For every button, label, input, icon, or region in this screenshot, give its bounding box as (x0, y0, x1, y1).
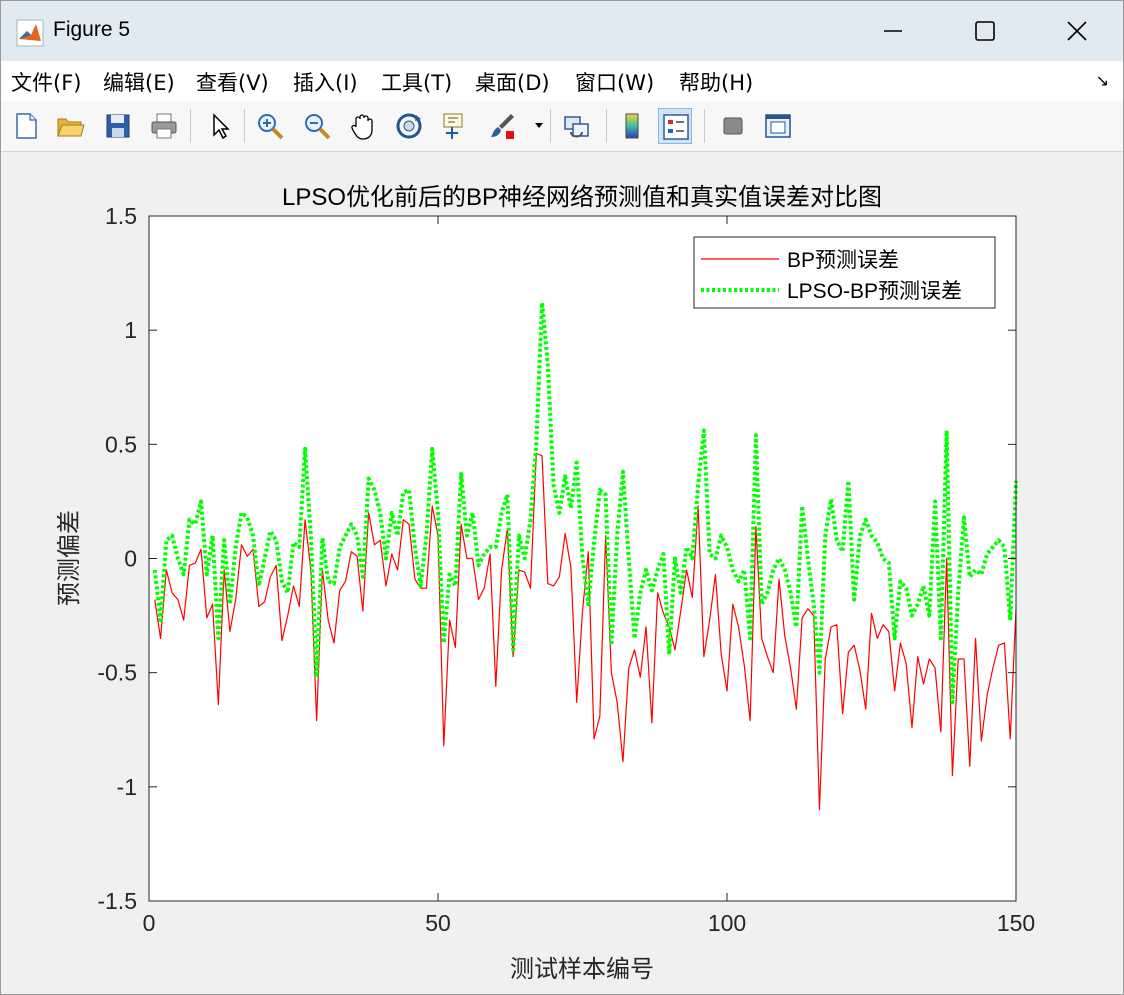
brush-button[interactable] (485, 108, 519, 144)
open-file-icon (57, 118, 85, 137)
toolbar-separator (606, 109, 607, 143)
menu-overflow-icon[interactable]: ↘ (1096, 71, 1109, 90)
new-figure-icon (16, 113, 37, 139)
toolbar-separator (704, 109, 705, 143)
zoom-in-icon (258, 114, 284, 140)
zoom-in-button[interactable] (253, 108, 287, 144)
y-tick-label: 0.5 (105, 431, 137, 457)
hide-plot-tools-icon (723, 117, 743, 135)
matlab-logo-icon (16, 19, 44, 47)
menu-edit[interactable]: 编辑(E) (103, 67, 175, 97)
open-file-button[interactable] (53, 108, 87, 144)
menu-file[interactable]: 文件(F) (11, 67, 81, 97)
rotate-3d-button[interactable] (392, 108, 426, 144)
x-tick-label: 100 (708, 910, 746, 936)
legend-label-bp: BP预测误差 (787, 249, 899, 272)
x-tick-label: 50 (425, 910, 451, 936)
print-icon (151, 113, 177, 139)
pan-hand-icon (351, 114, 373, 140)
window-title: Figure 5 (53, 18, 131, 41)
brush-dropdown-icon[interactable] (534, 122, 544, 130)
data-cursor-icon (443, 113, 463, 139)
y-tick-label: -1.5 (97, 888, 137, 914)
legend-button[interactable] (658, 108, 692, 144)
colorbar-icon (625, 113, 639, 139)
link-plot-button[interactable] (560, 108, 594, 144)
link-plot-icon (564, 116, 589, 138)
toolbar (1, 101, 1123, 152)
minimize-icon (884, 30, 902, 32)
print-button[interactable] (147, 108, 181, 144)
show-plot-tools-button[interactable] (761, 108, 795, 144)
y-tick-label: 1.5 (105, 203, 137, 229)
x-axis-label: 测试样本编号 (510, 956, 654, 983)
figure-area: 0 50 100 150 1.5 1 0.5 0 -0.5 -1 -1.5 LPSO优化前后的BP神… (1, 152, 1123, 994)
zoom-out-icon (305, 114, 331, 140)
menu-bar: 文件(F) 编辑(E) 查看(V) 插入(I) 工具(T) 桌面(D) 窗口(W… (1, 61, 1123, 101)
y-tick-label: -1 (117, 774, 137, 800)
legend-label-lpso: LPSO-BP预测误差 (787, 280, 962, 303)
rotate-3d-icon (396, 113, 422, 139)
close-button[interactable] (1031, 1, 1123, 61)
menu-insert[interactable]: 插入(I) (293, 67, 358, 97)
toolbar-separator (244, 109, 245, 143)
maximize-button[interactable] (939, 1, 1031, 61)
data-cursor-button[interactable] (438, 108, 472, 144)
select-pointer-button[interactable] (202, 108, 236, 144)
new-figure-button[interactable] (9, 108, 43, 144)
save-button[interactable] (101, 108, 135, 144)
menu-desktop[interactable]: 桌面(D) (475, 67, 550, 97)
minimize-button[interactable] (847, 1, 939, 61)
x-tick-label: 0 (143, 910, 156, 936)
brush-icon (491, 114, 514, 139)
menu-view[interactable]: 查看(V) (196, 67, 269, 97)
toolbar-separator (550, 109, 551, 143)
pan-button[interactable] (346, 108, 380, 144)
close-icon (1067, 21, 1087, 41)
show-plot-tools-icon (765, 114, 791, 138)
select-pointer-icon (213, 113, 230, 140)
zoom-out-button[interactable] (300, 108, 334, 144)
y-axis-label: 预测偏差 (56, 510, 83, 606)
y-tick-label: -0.5 (97, 660, 137, 686)
colorbar-button[interactable] (615, 108, 649, 144)
title-bar[interactable]: Figure 5 (1, 1, 1123, 61)
x-tick-label: 150 (997, 910, 1035, 936)
legend-icon (663, 114, 689, 140)
maximize-icon (975, 21, 995, 41)
chart-title: LPSO优化前后的BP神经网络预测值和真实值误差对比图 (282, 184, 882, 211)
figure-window: Figure 5 文件(F) 编辑(E) 查看(V) 插入(I) 工具(T) 桌… (0, 0, 1124, 995)
menu-tools[interactable]: 工具(T) (381, 67, 452, 97)
hide-plot-tools-button[interactable] (716, 108, 750, 144)
legend[interactable]: BP预测误差 LPSO-BP预测误差 (693, 236, 996, 309)
y-tick-label: 0 (124, 546, 137, 572)
y-tick-label: 1 (124, 317, 137, 343)
menu-help[interactable]: 帮助(H) (679, 67, 753, 97)
toolbar-separator (190, 109, 191, 143)
chart-svg: 0 50 100 150 1.5 1 0.5 0 -0.5 -1 -1.5 LPSO优化前后的BP神… (56, 184, 1035, 983)
menu-window[interactable]: 窗口(W) (575, 67, 654, 97)
save-icon (106, 114, 130, 138)
